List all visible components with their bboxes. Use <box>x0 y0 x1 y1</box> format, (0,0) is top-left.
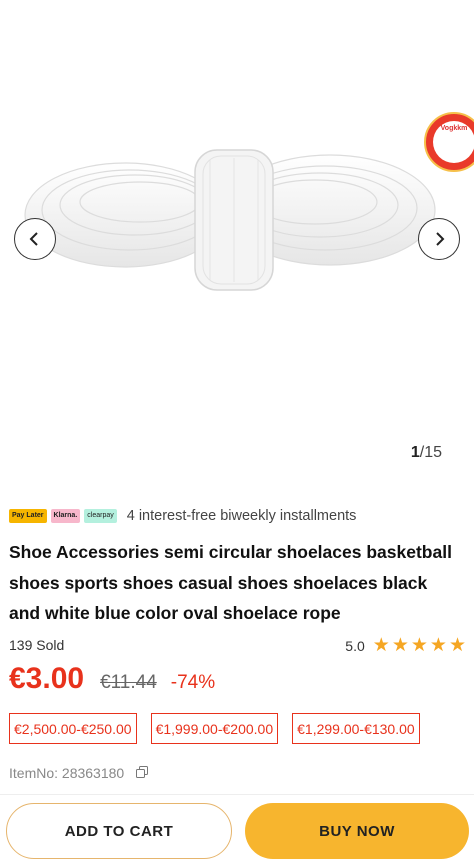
coupon-item[interactable]: €1,299.00-€130.00 <box>292 713 420 744</box>
previous-image-button[interactable] <box>14 218 56 260</box>
add-to-cart-button[interactable]: ADD TO CART <box>6 803 232 859</box>
star-icon: ★ <box>448 635 466 656</box>
current-price: €3.00 <box>9 662 85 695</box>
chevron-right-icon <box>436 232 445 246</box>
star-icon: ★ <box>410 635 428 656</box>
rating-value: 5.0 <box>345 637 365 654</box>
clearpay-logo: clearpay <box>84 509 117 523</box>
product-rating[interactable]: 5.0 ★ ★ ★ ★ ★ <box>345 634 466 657</box>
buy-now-button[interactable]: BUY NOW <box>245 803 469 859</box>
product-image-gallery[interactable]: Vogkkm 1/15 <box>0 0 474 478</box>
coupon-item[interactable]: €1,999.00-€200.00 <box>150 713 279 744</box>
paylater-logo: Pay Later <box>9 509 47 523</box>
product-image <box>24 149 436 291</box>
star-icon: ★ <box>391 635 409 656</box>
coupon-list: €2,500.00-€250.00 €1,999.00-€200.00 €1,2… <box>9 713 420 744</box>
product-title: Shoe Accessories semi circular shoelaces… <box>9 542 452 623</box>
sold-count: 139 Sold <box>9 637 65 653</box>
image-counter-total: /15 <box>419 444 442 461</box>
next-image-button[interactable] <box>418 218 460 260</box>
star-icon: ★ <box>429 635 447 656</box>
brand-badge-label: Vogkkm <box>433 121 474 163</box>
item-number: ItemNo: 28363180 <box>9 765 125 781</box>
coupon-item[interactable]: €2,500.00-€250.00 <box>9 713 137 744</box>
installments-row[interactable]: Pay Later Klarna. clearpay 4 interest-fr… <box>9 508 356 524</box>
chevron-left-icon <box>29 232 38 246</box>
image-counter: 1/15 <box>411 444 442 462</box>
item-number-row: ItemNo: 28363180 <box>9 765 149 781</box>
original-price: €11.44 <box>100 672 157 693</box>
klarna-logo: Klarna. <box>50 509 81 523</box>
copy-icon[interactable] <box>136 765 149 781</box>
star-icon: ★ <box>372 635 390 656</box>
discount-percent: -74% <box>170 672 216 693</box>
price-row: €3.00 €11.44 -74% <box>9 662 215 696</box>
image-counter-current: 1 <box>410 444 420 461</box>
installments-text: 4 interest-free biweekly installments <box>126 508 357 524</box>
divider <box>0 794 474 795</box>
